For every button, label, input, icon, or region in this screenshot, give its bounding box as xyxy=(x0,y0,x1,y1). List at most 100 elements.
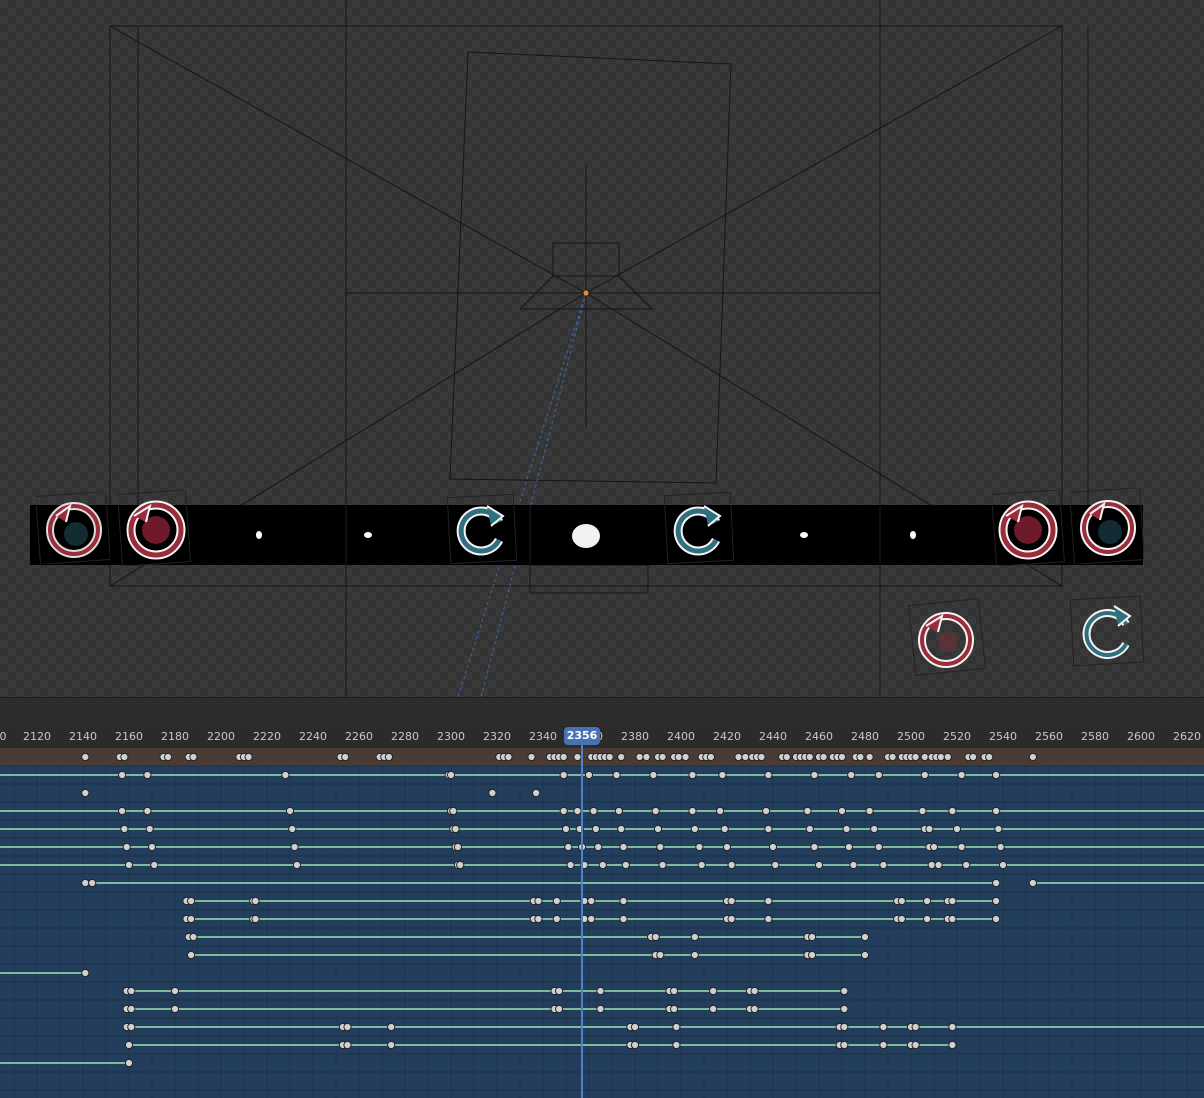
keyframe-marker[interactable] xyxy=(118,770,127,780)
keyframe-marker[interactable] xyxy=(596,986,605,996)
keyframe-marker[interactable] xyxy=(969,752,978,762)
keyframe-marker[interactable] xyxy=(847,770,856,780)
keyframe-marker[interactable] xyxy=(920,752,929,762)
keyframe-marker[interactable] xyxy=(996,842,1005,852)
keyframe-marker[interactable] xyxy=(124,1058,134,1068)
keyframe-marker[interactable] xyxy=(734,752,743,762)
keyframe-marker[interactable] xyxy=(771,860,780,870)
keyframe-marker[interactable] xyxy=(803,806,812,816)
keyframe-marker[interactable] xyxy=(612,770,621,780)
keyframe-marker[interactable] xyxy=(810,770,819,780)
keyframe-marker[interactable] xyxy=(957,770,966,780)
keyframe-marker[interactable] xyxy=(805,752,814,762)
keyframe-marker[interactable] xyxy=(605,752,614,762)
keyframe-marker[interactable] xyxy=(837,752,847,762)
keyframe-marker[interactable] xyxy=(948,1040,957,1050)
keyframe-marker[interactable] xyxy=(992,806,1001,816)
keyframe-marker[interactable] xyxy=(656,842,665,852)
keyframe-marker[interactable] xyxy=(992,770,1001,780)
keyframe-marker[interactable] xyxy=(451,824,460,834)
keyframe-marker[interactable] xyxy=(453,842,462,852)
keyframe-marker[interactable] xyxy=(244,752,253,762)
keyframe-marker[interactable] xyxy=(918,806,927,816)
keyframe-marker[interactable] xyxy=(587,896,596,906)
keyframe-marker[interactable] xyxy=(897,914,906,924)
keyframe-marker[interactable] xyxy=(840,1022,849,1032)
keyframe-marker[interactable] xyxy=(840,1040,849,1050)
keyframe-marker[interactable] xyxy=(559,770,568,780)
keyframe-marker[interactable] xyxy=(619,914,628,924)
keyframe-marker[interactable] xyxy=(649,770,658,780)
keyframe-marker[interactable] xyxy=(718,770,727,780)
keyframe-marker[interactable] xyxy=(985,752,994,762)
keyframe-marker[interactable] xyxy=(948,914,957,924)
keyframe-marker[interactable] xyxy=(750,986,759,996)
keyframe-marker[interactable] xyxy=(948,1022,957,1032)
keyframe-marker[interactable] xyxy=(782,752,791,762)
keyframe-marker[interactable] xyxy=(709,986,718,996)
keyframe-marker[interactable] xyxy=(341,752,350,762)
keyframe-marker[interactable] xyxy=(865,752,874,762)
keyframe-marker[interactable] xyxy=(911,1040,920,1050)
keyframe-marker[interactable] xyxy=(706,752,716,762)
keyframe-marker[interactable] xyxy=(187,896,196,906)
keyframe-marker[interactable] xyxy=(290,842,299,852)
keyframe-marker[interactable] xyxy=(948,806,957,816)
keyframe-marker[interactable] xyxy=(674,752,683,762)
keyframe-marker[interactable] xyxy=(897,896,906,906)
keyframe-marker[interactable] xyxy=(670,1004,679,1014)
keyframe-marker[interactable] xyxy=(164,752,173,762)
keyframe-marker[interactable] xyxy=(764,824,773,834)
keyframe-marker[interactable] xyxy=(808,932,817,942)
keyframe-marker[interactable] xyxy=(992,896,1001,906)
keyframe-marker[interactable] xyxy=(992,914,1001,924)
keyframe-marker[interactable] xyxy=(555,986,564,996)
keyframe-marker[interactable] xyxy=(998,860,1008,870)
keyframe-marker[interactable] xyxy=(727,860,736,870)
keyframe-marker[interactable] xyxy=(750,1004,759,1014)
keyframe-marker[interactable] xyxy=(534,896,543,906)
keyframe-marker[interactable] xyxy=(651,806,660,816)
keyframe-marker[interactable] xyxy=(446,770,456,780)
keyframe-marker[interactable] xyxy=(860,932,870,942)
keyframe-marker[interactable] xyxy=(929,842,939,852)
keyframe-marker[interactable] xyxy=(621,860,630,870)
keyframe-marker[interactable] xyxy=(251,914,260,924)
keyframe-marker[interactable] xyxy=(566,860,575,870)
keyframe-marker[interactable] xyxy=(170,986,180,996)
keyframe-marker[interactable] xyxy=(189,752,198,762)
keyframe-marker[interactable] xyxy=(690,950,699,960)
keyframe-marker[interactable] xyxy=(840,986,849,996)
keyframe-marker[interactable] xyxy=(994,824,1003,834)
keyframe-marker[interactable] xyxy=(948,896,957,906)
keyframe-marker[interactable] xyxy=(943,752,952,762)
keyframe-marker[interactable] xyxy=(952,824,962,834)
keyframe-marker[interactable] xyxy=(559,806,568,816)
keyframe-marker[interactable] xyxy=(617,824,626,834)
keyframe-marker[interactable] xyxy=(870,824,879,834)
keyframe-marker[interactable] xyxy=(292,860,301,870)
keyframe-marker[interactable] xyxy=(962,860,971,870)
keyframe-marker[interactable] xyxy=(672,1040,681,1050)
keyframe-marker[interactable] xyxy=(1028,878,1038,888)
keyframe-marker[interactable] xyxy=(690,932,699,942)
keyframe-marker[interactable] xyxy=(925,824,934,834)
keyframe-marker[interactable] xyxy=(716,806,725,816)
keyframe-marker[interactable] xyxy=(564,842,573,852)
keyframe-marker[interactable] xyxy=(764,770,773,780)
keyframe-marker[interactable] xyxy=(561,824,571,834)
keyframe-marker[interactable] xyxy=(923,914,932,924)
keyframe-marker[interactable] xyxy=(617,752,626,762)
keyframe-marker[interactable] xyxy=(170,1004,180,1014)
keyframe-marker[interactable] xyxy=(150,860,159,870)
keyframe-marker[interactable] xyxy=(456,860,465,870)
keyframe-marker[interactable] xyxy=(555,1004,564,1014)
frame-ruler[interactable]: 0 2120 2140 2160 2180 2200 2220 2240 2260 2280 230… xyxy=(0,726,1204,748)
keyframe-marker[interactable] xyxy=(619,842,628,852)
keyframe-marker[interactable] xyxy=(145,824,154,834)
keyframe-marker[interactable] xyxy=(762,806,771,816)
keyframe-marker[interactable] xyxy=(596,1004,605,1014)
keyframe-marker[interactable] xyxy=(488,788,497,798)
keyframe-marker[interactable] xyxy=(727,914,736,924)
keyframe-marker[interactable] xyxy=(670,986,679,996)
